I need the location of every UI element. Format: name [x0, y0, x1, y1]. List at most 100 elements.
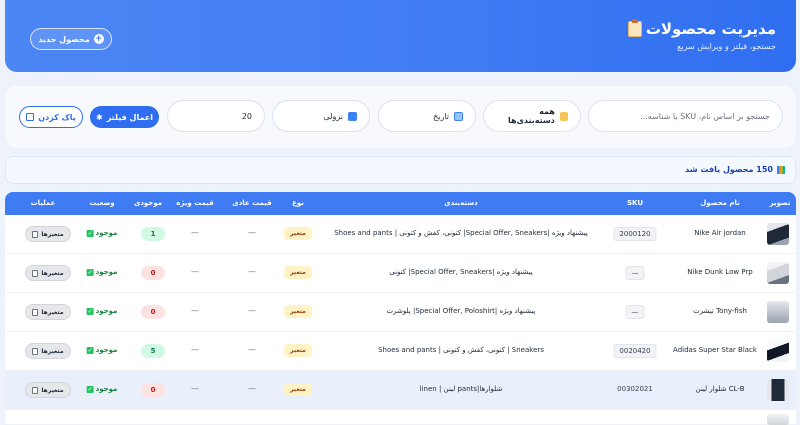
stock-badge: 0 — [141, 266, 165, 280]
regular-price: — — [248, 345, 256, 354]
date-label: تاریخ — [433, 111, 449, 121]
product-name[interactable]: Adidas Super Star Black — [673, 346, 757, 354]
sale-price: — — [191, 228, 199, 237]
sale-price: — — [191, 306, 199, 315]
col-actions: عملیات — [30, 199, 56, 207]
product-sku: — — [625, 305, 645, 319]
status-text: موجود — [95, 346, 118, 354]
sparkle-icon: ✱ — [96, 112, 103, 122]
stock-badge: 0 — [141, 383, 165, 397]
check-icon: ✓ — [86, 268, 94, 276]
stock-badge: 1 — [141, 227, 165, 241]
clear-filter-button[interactable]: پاک کردن — [19, 106, 83, 128]
product-name[interactable]: Nike Air jordan — [694, 229, 746, 237]
per-page-input[interactable]: 20 — [167, 100, 265, 132]
apply-filter-label: اعمال فیلتر — [106, 112, 154, 122]
status-badge: موجود ✓ — [86, 268, 118, 276]
col-categories: دسته‌بندی — [444, 199, 478, 207]
status-text: موجود — [95, 307, 118, 315]
col-sku[interactable]: SKU — [627, 199, 643, 207]
product-categories: پیشنهاد ویژه |Special Offer, Sneakers| ک… — [334, 229, 588, 237]
product-sku: 00302021 — [617, 385, 653, 393]
product-sku: 0020420 — [613, 344, 657, 358]
sale-price: — — [191, 384, 199, 393]
col-sale-price[interactable]: قیمت ویژه — [176, 199, 213, 207]
status-text: موجود — [95, 268, 118, 276]
date-select[interactable]: تاریخ — [378, 100, 476, 132]
document-icon — [32, 269, 39, 277]
type-badge: متغیر — [284, 305, 312, 318]
regular-price: — — [248, 306, 256, 315]
results-count-text: 150 محصول یافت شد — [685, 165, 773, 174]
product-thumbnail[interactable] — [767, 414, 789, 425]
variants-button[interactable]: متغیرها — [25, 265, 71, 281]
sort-label: نزولی — [323, 111, 343, 121]
document-icon — [32, 386, 39, 394]
new-product-label: محصول جدید — [38, 34, 90, 44]
status-text: موجود — [95, 385, 118, 393]
variants-label: متغیرها — [41, 269, 64, 277]
product-thumbnail[interactable] — [767, 340, 789, 362]
check-icon: ✓ — [86, 346, 94, 354]
category-label: همه دسته‌بندی‌ها — [508, 107, 555, 125]
product-thumbnail[interactable] — [767, 223, 789, 245]
chart-icon — [777, 165, 785, 174]
col-regular-price[interactable]: قیمت عادی — [232, 199, 271, 207]
sort-select[interactable]: نزولی — [272, 100, 370, 132]
product-name[interactable]: تیشرت Tony-fish — [693, 307, 747, 315]
product-thumbnail[interactable] — [767, 262, 789, 284]
table-header: تصویر نام محصول SKU دسته‌بندی نوع قیمت ع… — [5, 192, 796, 215]
table-row[interactable]: Nike Dunk Low Prp — پیشنهاد ویژه |Specia… — [5, 254, 796, 293]
variants-button[interactable]: متغیرها — [25, 343, 71, 359]
col-type: نوع — [292, 199, 304, 207]
new-product-button[interactable]: + محصول جدید — [30, 28, 112, 50]
product-thumbnail[interactable] — [767, 301, 789, 323]
search-input[interactable]: جستجو بر اساس نام، SKU یا شناسه... — [588, 100, 783, 132]
product-thumbnail[interactable] — [767, 379, 789, 401]
variants-button[interactable]: متغیرها — [25, 226, 71, 242]
check-icon: ✓ — [86, 385, 94, 393]
table-row[interactable]: Adidas Super Star Black 0020420 Sneakers… — [5, 332, 796, 371]
calendar-icon — [454, 111, 463, 121]
results-bar: 150 محصول یافت شد — [5, 156, 796, 184]
sort-down-icon — [348, 111, 357, 121]
sale-price: — — [191, 267, 199, 276]
document-icon — [32, 347, 39, 355]
table-row[interactable] — [5, 410, 796, 425]
status-badge: موجود ✓ — [86, 346, 118, 354]
product-categories: شلوارها|pants لینن | linen — [419, 385, 503, 393]
product-name[interactable]: Nike Dunk Low Prp — [687, 268, 753, 276]
product-name[interactable]: شلوار لینن CL-B — [695, 385, 744, 393]
col-status: وضعیت — [89, 199, 115, 207]
page-title: مدیریت محصولات — [627, 19, 776, 38]
results-count: 150 محصول یافت شد — [685, 165, 785, 174]
type-badge: متغیر — [284, 227, 312, 240]
check-icon: ✓ — [86, 229, 94, 237]
apply-filter-button[interactable]: اعمال فیلتر ✱ — [90, 106, 159, 128]
status-badge: موجود ✓ — [86, 307, 118, 315]
document-icon — [32, 230, 39, 238]
variants-label: متغیرها — [41, 386, 64, 394]
type-badge: متغیر — [284, 383, 312, 396]
table-row[interactable]: تیشرت Tony-fish — پیشنهاد ویژه |Special … — [5, 293, 796, 332]
table-row[interactable]: Nike Air jordan 2000120 پیشنهاد ویژه |Sp… — [5, 215, 796, 254]
variants-label: متغیرها — [41, 230, 64, 238]
category-select[interactable]: همه دسته‌بندی‌ها — [483, 100, 581, 132]
document-icon — [32, 308, 39, 316]
table-row[interactable]: شلوار لینن CL-B 00302021 شلوارها|pants ل… — [5, 371, 796, 410]
col-name[interactable]: نام محصول — [700, 199, 740, 207]
stock-badge: 5 — [141, 344, 165, 358]
page-subtitle: جستجو، فیلتر و ویرایش سریع — [677, 42, 776, 51]
status-text: موجود — [95, 229, 118, 237]
regular-price: — — [248, 267, 256, 276]
page-title-text: مدیریت محصولات — [645, 20, 776, 38]
sale-price: — — [191, 345, 199, 354]
check-icon: ✓ — [86, 307, 94, 315]
type-badge: متغیر — [284, 266, 312, 279]
clipboard-icon — [627, 19, 642, 37]
variants-button[interactable]: متغیرها — [25, 382, 71, 398]
variants-label: متغیرها — [41, 347, 64, 355]
col-stock[interactable]: موجودی — [134, 199, 162, 207]
variants-button[interactable]: متغیرها — [25, 304, 71, 320]
page-header: مدیریت محصولات جستجو، فیلتر و ویرایش سری… — [5, 0, 796, 72]
